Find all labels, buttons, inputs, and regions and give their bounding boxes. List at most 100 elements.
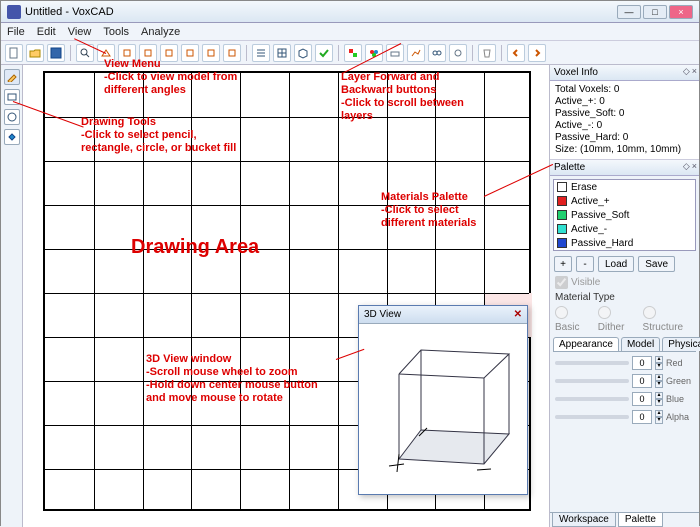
3d-view-body[interactable] (359, 324, 527, 494)
step-up-icon[interactable]: ▴ (655, 410, 663, 417)
sim-icon[interactable] (386, 44, 404, 62)
bucket-tool-icon[interactable] (4, 129, 20, 145)
structure-radio[interactable] (643, 306, 656, 319)
voxel-info-header: Voxel Info ◇× (550, 65, 699, 81)
graph-icon[interactable] (407, 44, 425, 62)
view-persp-icon[interactable] (97, 44, 115, 62)
zoom-icon[interactable] (76, 44, 94, 62)
model-tab[interactable]: Model (621, 337, 660, 351)
palette-list: EraseActive_+ Passive_Soft Active_- Passive… (553, 179, 696, 251)
slider-track[interactable] (555, 379, 629, 383)
step-up-icon[interactable]: ▴ (655, 356, 663, 363)
circle-tool-icon[interactable] (4, 109, 20, 125)
palette-item[interactable]: Erase (554, 180, 695, 194)
drawing-tools (1, 65, 23, 527)
remove-material-button[interactable]: - (576, 256, 594, 272)
list-icon[interactable] (252, 44, 270, 62)
palette-item[interactable]: Active_+ (554, 194, 695, 208)
save-button[interactable]: Save (638, 256, 675, 272)
palette-item-label: Active_- (571, 224, 607, 235)
rectangle-tool-icon[interactable] (4, 89, 20, 105)
pencil-tool-icon[interactable] (4, 69, 20, 85)
panel-close-icon[interactable]: × (692, 66, 697, 77)
dither-radio[interactable] (598, 306, 611, 319)
save-icon[interactable] (47, 44, 65, 62)
menu-view[interactable]: View (68, 26, 92, 38)
3d-view-titlebar[interactable]: 3D View ✕ (359, 306, 527, 324)
palette-item[interactable]: Active_- (554, 222, 695, 236)
toolbar (1, 41, 699, 65)
slider-track[interactable] (555, 397, 629, 401)
swatch-icon (557, 210, 567, 220)
palette-item[interactable]: Passive_Hard (554, 236, 695, 250)
slider-track[interactable] (555, 415, 629, 419)
step-down-icon[interactable]: ▾ (655, 363, 663, 370)
slider-value[interactable]: 0 (632, 410, 652, 424)
view-right-icon[interactable] (181, 44, 199, 62)
trash-icon[interactable] (478, 44, 496, 62)
menu-file[interactable]: File (7, 26, 25, 38)
slider-row: 0 ▴▾ Green (555, 374, 694, 388)
palette-item-label: Passive_Hard (571, 238, 633, 249)
menu-bar: File Edit View Tools Analyze (1, 23, 699, 41)
maximize-button[interactable]: □ (643, 5, 667, 19)
gear-icon[interactable] (449, 44, 467, 62)
slider-track[interactable] (555, 361, 629, 365)
swatch-icon (557, 182, 567, 192)
palette-icon[interactable] (344, 44, 362, 62)
palette-tab[interactable]: Palette (618, 513, 663, 527)
palette-item[interactable]: Passive_Soft (554, 208, 695, 222)
slider-row: 0 ▴▾ Blue (555, 392, 694, 406)
minimize-button[interactable]: — (617, 5, 641, 19)
slider-value[interactable]: 0 (632, 392, 652, 406)
basic-radio[interactable] (555, 306, 568, 319)
open-icon[interactable] (26, 44, 44, 62)
swatch-icon (557, 224, 567, 234)
layer-forward-icon[interactable] (528, 44, 546, 62)
panel-close-icon[interactable]: × (692, 161, 697, 172)
step-down-icon[interactable]: ▾ (655, 399, 663, 406)
view-front-icon[interactable] (202, 44, 220, 62)
menu-tools[interactable]: Tools (103, 26, 129, 38)
close-button[interactable]: × (669, 5, 693, 19)
view-top-icon[interactable] (118, 44, 136, 62)
slider-row: 0 ▴▾ Alpha (555, 410, 694, 424)
check-icon[interactable] (315, 44, 333, 62)
menu-analyze[interactable]: Analyze (141, 26, 180, 38)
physical-tab[interactable]: Physical (662, 337, 700, 351)
window-title: Untitled - VoxCAD (25, 6, 114, 18)
dock-icon[interactable]: ◇ (683, 161, 690, 172)
swatch-icon (557, 196, 567, 206)
voxel-info-body: Total Voxels: 0 Active_+: 0 Passive_Soft… (550, 81, 699, 160)
app-icon (7, 5, 21, 19)
box-icon[interactable] (294, 44, 312, 62)
menu-edit[interactable]: Edit (37, 26, 56, 38)
view-left-icon[interactable] (160, 44, 178, 62)
3d-view-close-icon[interactable]: ✕ (514, 309, 522, 320)
add-material-button[interactable]: + (554, 256, 572, 272)
new-icon[interactable] (5, 44, 23, 62)
side-panel: Voxel Info ◇× Total Voxels: 0 Active_+: … (549, 65, 699, 527)
view-bottom-icon[interactable] (139, 44, 157, 62)
slider-value[interactable]: 0 (632, 356, 652, 370)
step-down-icon[interactable]: ▾ (655, 417, 663, 424)
grid-icon[interactable] (273, 44, 291, 62)
slider-label: Alpha (666, 412, 694, 422)
slider-label: Red (666, 358, 694, 368)
view-back-icon[interactable] (223, 44, 241, 62)
layer-back-icon[interactable] (507, 44, 525, 62)
slider-value[interactable]: 0 (632, 374, 652, 388)
step-down-icon[interactable]: ▾ (655, 381, 663, 388)
workspace-tab[interactable]: Workspace (552, 513, 616, 527)
load-button[interactable]: Load (598, 256, 634, 272)
palette-item-label: Passive_Soft (571, 210, 629, 221)
step-up-icon[interactable]: ▴ (655, 374, 663, 381)
link-icon[interactable] (428, 44, 446, 62)
appearance-tab[interactable]: Appearance (553, 337, 619, 351)
colors-icon[interactable] (365, 44, 383, 62)
visible-checkbox[interactable] (555, 276, 568, 289)
slider-label: Green (666, 376, 694, 386)
dock-icon[interactable]: ◇ (683, 66, 690, 77)
3d-view-window[interactable]: 3D View ✕ (358, 305, 528, 495)
step-up-icon[interactable]: ▴ (655, 392, 663, 399)
